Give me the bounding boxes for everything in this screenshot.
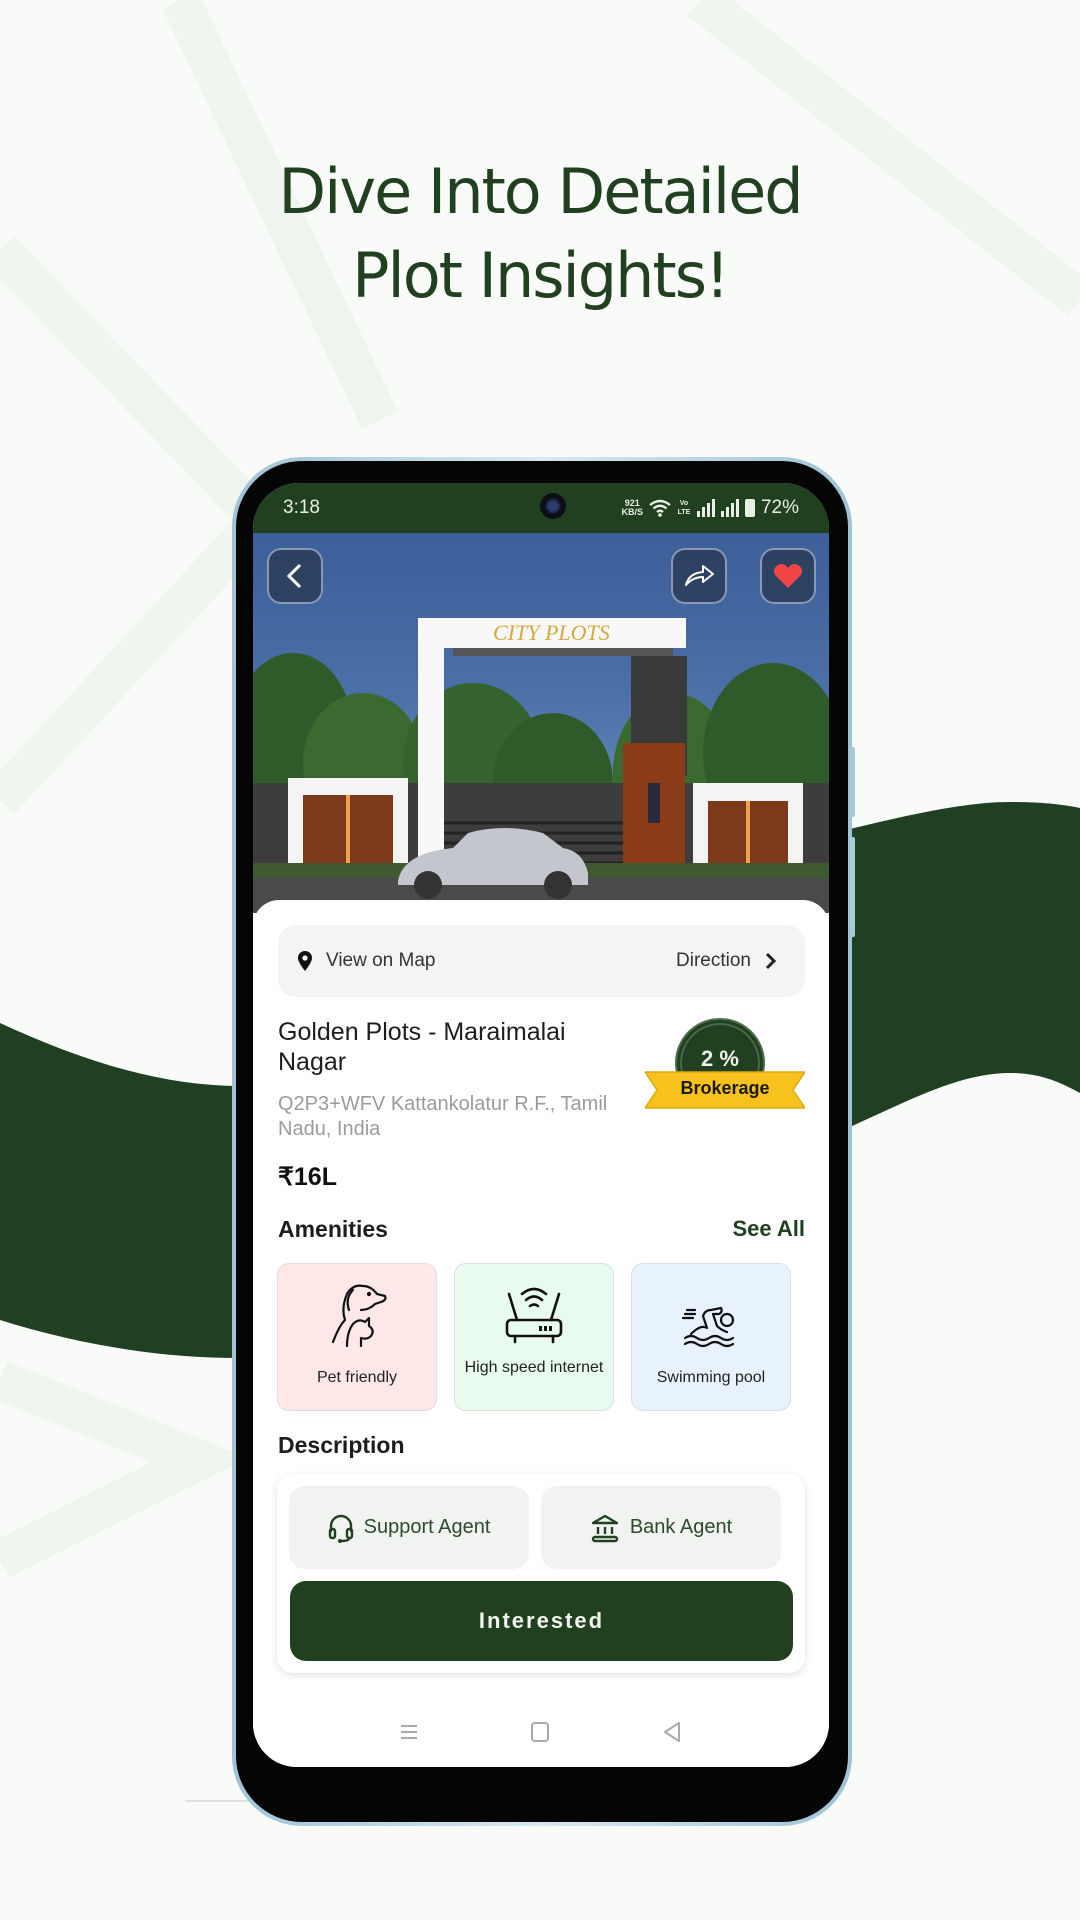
brokerage-label: Brokerage bbox=[680, 1078, 770, 1098]
property-price: ₹16L bbox=[278, 1163, 337, 1191]
signal-icon bbox=[720, 499, 739, 517]
chevron-right-icon bbox=[765, 952, 777, 970]
chevron-left-icon bbox=[286, 563, 302, 589]
property-title: Golden Plots - Maraimalai Nagar bbox=[278, 1018, 566, 1076]
bank-agent-label: Bank Agent bbox=[629, 1516, 733, 1538]
description-heading: Description bbox=[278, 1432, 405, 1458]
gate-sign-text: CITY PLOTS bbox=[493, 620, 610, 645]
status-bar: 3:18 921 KB/S Vo LTE 72% bbox=[253, 483, 829, 533]
contact-panel: Support Agent Bank Agent Interested bbox=[277, 1474, 805, 1673]
promo-headline: Dive Into Detailed Plot Insights! bbox=[0, 150, 1080, 318]
front-camera bbox=[540, 493, 566, 519]
share-icon bbox=[685, 565, 714, 586]
property-image[interactable]: CITY PLOTS bbox=[253, 533, 829, 913]
headline-line-2: Plot Insights! bbox=[352, 239, 730, 312]
phone-side-button bbox=[850, 747, 855, 817]
amenities-heading: Amenities bbox=[278, 1216, 388, 1242]
battery-icon bbox=[744, 499, 755, 517]
amenity-swimming-pool[interactable]: Swimming pool bbox=[631, 1263, 791, 1411]
amenity-pet-friendly[interactable]: Pet friendly bbox=[277, 1263, 437, 1411]
direction-link[interactable]: Direction bbox=[676, 950, 777, 972]
volte-icon: Vo LTE bbox=[677, 500, 691, 516]
status-icons: 921 KB/S Vo LTE 72% bbox=[621, 497, 799, 519]
interested-button[interactable]: Interested bbox=[290, 1581, 793, 1661]
wifi-icon bbox=[649, 499, 671, 517]
swimmer-icon bbox=[681, 1306, 735, 1348]
favorite-button[interactable] bbox=[760, 548, 816, 604]
home-icon[interactable] bbox=[529, 1721, 551, 1743]
gate-illustration: CITY PLOTS bbox=[253, 618, 829, 913]
back-icon[interactable] bbox=[661, 1721, 683, 1743]
phone-side-button bbox=[850, 837, 855, 937]
amenity-label: Pet friendly bbox=[316, 1369, 398, 1386]
green-wave-right bbox=[850, 802, 1080, 1127]
brokerage-badge: 2 % Brokerage bbox=[645, 1018, 805, 1128]
view-on-map-link[interactable]: View on Map bbox=[326, 950, 436, 972]
see-all-amenities-link[interactable]: See All bbox=[732, 1216, 805, 1242]
support-agent-label: Support Agent bbox=[363, 1516, 491, 1538]
signal-icon bbox=[696, 499, 715, 517]
amenity-high-speed-internet[interactable]: High speed internet bbox=[454, 1263, 614, 1411]
amenity-label: High speed internet bbox=[464, 1359, 604, 1376]
map-row[interactable]: View on Map Direction bbox=[278, 925, 805, 997]
direction-label: Direction bbox=[676, 950, 751, 971]
pet-icon bbox=[331, 1284, 387, 1348]
system-navigation-bar bbox=[253, 1697, 829, 1767]
support-agent-button[interactable]: Support Agent bbox=[289, 1486, 529, 1569]
headset-icon bbox=[328, 1514, 353, 1543]
location-pin-icon bbox=[298, 951, 312, 971]
bank-icon bbox=[591, 1514, 619, 1542]
green-wave bbox=[0, 1023, 240, 1358]
amenity-label: Swimming pool bbox=[656, 1369, 766, 1386]
network-speed-unit: KB/S bbox=[621, 507, 643, 517]
battery-percent: 72% bbox=[760, 497, 799, 518]
headline-line-1: Dive Into Detailed bbox=[278, 155, 803, 228]
property-address: Q2P3+WFV Kattankolatur R.F., Tamil Nadu,… bbox=[278, 1093, 608, 1140]
app-screen: 3:18 921 KB/S Vo LTE 72% CITY PLOTS View… bbox=[253, 483, 829, 1767]
menu-icon[interactable] bbox=[399, 1722, 419, 1742]
share-button[interactable] bbox=[671, 548, 727, 604]
status-time: 3:18 bbox=[283, 497, 320, 518]
back-button[interactable] bbox=[267, 548, 323, 604]
heart-icon bbox=[773, 564, 803, 588]
router-icon bbox=[505, 1287, 563, 1344]
property-details-card: View on Map Direction Golden Plots - Mar… bbox=[253, 900, 829, 1767]
network-speed: 921 KB/S bbox=[621, 499, 643, 517]
bank-agent-button[interactable]: Bank Agent bbox=[541, 1486, 781, 1569]
